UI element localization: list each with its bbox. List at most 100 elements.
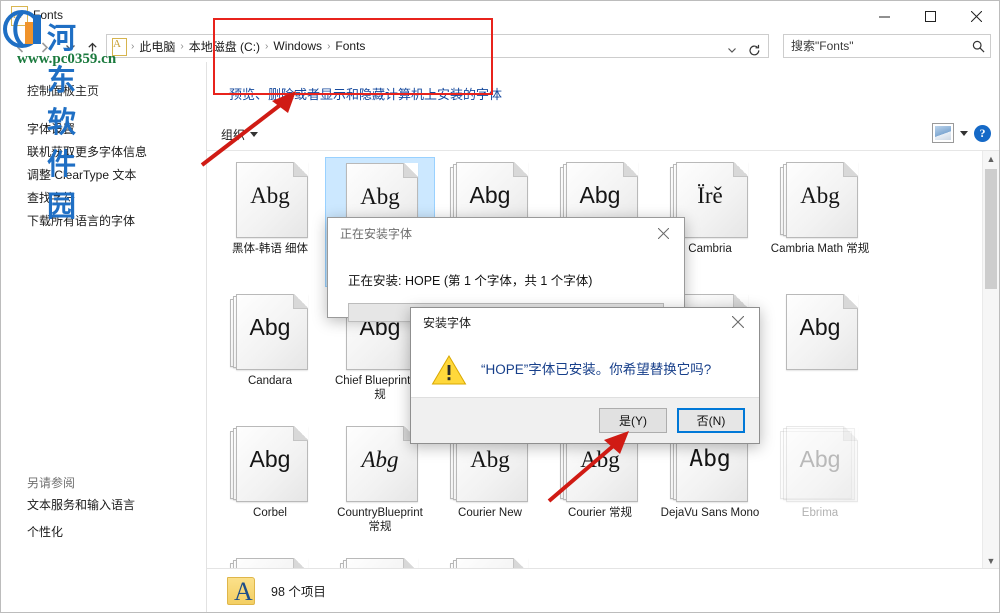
replace-dialog-message: “HOPE”字体已安装。你希望替换它吗? (481, 362, 712, 377)
font-sample-text: Abg (360, 184, 400, 209)
change-view-icon[interactable] (932, 123, 954, 143)
font-sample-text: Abg (469, 182, 511, 208)
installing-dialog-close-icon[interactable] (642, 218, 684, 248)
chevron-down-icon[interactable] (722, 39, 742, 61)
font-item[interactable]: Abg Ebrima (765, 421, 875, 551)
installing-message: 正在安装: HOPE (第 1 个字体，共 1 个字体) (348, 274, 593, 288)
font-item-label: DejaVu Sans Mono (660, 507, 760, 519)
font-preview-tile: Abg (227, 294, 313, 370)
window-icon: A (11, 6, 29, 26)
font-item[interactable]: Abg Corbel (215, 421, 325, 551)
font-item-label: Candara (247, 375, 293, 387)
caption-buttons (861, 1, 999, 31)
font-item[interactable]: AbgGabriola 常规 (435, 553, 545, 569)
replace-dialog-close-icon[interactable] (717, 308, 759, 336)
font-item-label: 黑体-韩语 细体 (231, 243, 309, 255)
window-title: Fonts (33, 8, 64, 22)
font-preview-tile: Abg (227, 162, 313, 238)
toolbar-right-group: ? (932, 123, 991, 143)
close-button[interactable] (953, 1, 999, 31)
title-bar: A Fonts (1, 1, 999, 31)
replace-dialog-footer: 是(Y) 否(N) (411, 397, 759, 443)
recent-pages-button[interactable] (59, 36, 81, 58)
back-button[interactable] (9, 36, 31, 58)
breadcrumb-item-this-pc[interactable]: 此电脑 (136, 38, 178, 55)
sidebar-item-adjust-cleartype[interactable]: 调整 ClearType 文本 (27, 166, 136, 183)
font-sample-text: Abg (250, 183, 290, 208)
breadcrumb-item-local-disk[interactable]: 本地磁盘 (C:) (186, 38, 263, 55)
breadcrumb-item-windows[interactable]: Windows (270, 39, 325, 53)
font-item[interactable]: Abg 黑体-韩语 细体 (215, 157, 325, 287)
sidebar-item-find-character[interactable]: 查找字符 (27, 189, 75, 206)
font-sample-text: Abg (689, 446, 731, 472)
forward-button[interactable] (33, 36, 55, 58)
yes-button[interactable]: 是(Y) (599, 408, 667, 433)
vertical-scrollbar[interactable]: ▲ ▼ (982, 151, 999, 569)
font-sample-text: Abg (799, 446, 841, 472)
breadcrumb[interactable]: A › 此电脑 › 本地磁盘 (C:) › Windows › Fonts (106, 34, 769, 58)
font-preview-tile: Abg (777, 426, 863, 502)
sidebar-item-text-services[interactable]: 文本服务和输入语言 (27, 496, 135, 513)
font-item[interactable]: Abg (765, 289, 875, 419)
caret-down-icon (250, 132, 259, 137)
font-preview-tile: Abg (227, 426, 313, 502)
control-panel-fonts-icon: A (111, 37, 127, 56)
breadcrumb-separator: › (131, 40, 135, 52)
organize-label: 组织 (221, 128, 246, 142)
breadcrumb-separator: › (265, 40, 269, 52)
sidebar: 控制面板主页 字体设置 联机获取更多字体信息 调整 ClearType 文本 查… (1, 62, 206, 612)
refresh-icon[interactable] (744, 39, 764, 61)
search-input[interactable] (784, 38, 966, 54)
font-item-label: Cambria Math 常规 (770, 243, 870, 255)
font-item-label: Ebrima (801, 507, 839, 519)
font-item[interactable]: Abg Cambria Math 常规 (765, 157, 875, 287)
sidebar-item-personalization[interactable]: 个性化 (27, 523, 63, 540)
search-box[interactable] (783, 34, 991, 58)
help-button[interactable]: ? (974, 124, 991, 142)
sidebar-item-get-more-fonts-online[interactable]: 联机获取更多字体信息 (27, 143, 147, 160)
replace-font-dialog: 安装字体 “HOPE”字体已安装。你希望替换它吗? 是(Y) 否(N) (410, 307, 760, 444)
address-bar: A › 此电脑 › 本地磁盘 (C:) › Windows › Fonts (1, 31, 999, 61)
no-button[interactable]: 否(N) (677, 408, 745, 433)
font-sample-text: Ïrě (697, 183, 723, 208)
replace-dialog-body: “HOPE”字体已安装。你希望替换它吗? (411, 336, 759, 396)
sidebar-item-download-all-language-fonts[interactable]: 下载所有语言的字体 (27, 212, 135, 229)
explorer-window: A Fonts A › 此电脑 › 本地磁盘 (C:) › Windows › … (0, 0, 1000, 613)
font-sample-text: Abg (249, 446, 291, 472)
font-sample-text: Abg (361, 447, 399, 472)
font-sample-text: Abg (249, 314, 291, 340)
scrollbar-thumb[interactable] (985, 169, 997, 289)
view-caret-down-icon[interactable] (960, 130, 968, 136)
font-sample-text: Abg (470, 447, 510, 472)
font-item[interactable]: AbgFixedsys 常规 (215, 553, 325, 569)
sidebar-item-control-panel-home[interactable]: 控制面板主页 (27, 82, 99, 99)
breadcrumb-separator: › (327, 40, 331, 52)
installing-dialog-title: 正在安装字体 (340, 226, 413, 241)
font-item-label: Courier New (458, 507, 522, 519)
installing-fonts-dialog: 正在安装字体 正在安装: HOPE (第 1 个字体，共 1 个字体) (327, 217, 685, 322)
organize-button[interactable]: 组织 (221, 126, 259, 143)
warning-triangle-icon (431, 354, 467, 386)
scroll-down-icon[interactable]: ▼ (983, 553, 999, 569)
font-item-label: Courier 常规 (568, 507, 632, 519)
sidebar-item-font-settings[interactable]: 字体设置 (27, 120, 75, 137)
scroll-up-icon[interactable]: ▲ (983, 151, 999, 167)
font-item[interactable]: AbgFranklin Gothic (325, 553, 435, 569)
search-icon[interactable] (966, 40, 990, 53)
breadcrumb-separator: › (180, 40, 184, 52)
status-bar: A 98 个项目 (207, 568, 999, 612)
breadcrumb-item-fonts[interactable]: Fonts (332, 39, 368, 53)
minimize-button[interactable] (861, 1, 907, 31)
font-item[interactable]: Abg Candara (215, 289, 325, 419)
font-sample-text: Abg (580, 447, 620, 472)
fonts-folder-icon: A (223, 575, 259, 607)
replace-dialog-title: 安装字体 (423, 315, 472, 330)
item-count: 98 个项目 (271, 585, 326, 599)
font-preview-tile: Abg (777, 294, 863, 370)
maximize-button[interactable] (907, 1, 953, 31)
font-sample-text: Abg (799, 314, 841, 340)
font-item-label: CountryBlueprint 常规 (337, 507, 423, 533)
font-item-label: Corbel (253, 507, 287, 519)
page-title: 预览、删除或者显示和隐藏计算机上安装的字体 (229, 87, 503, 102)
up-button[interactable] (81, 36, 103, 58)
